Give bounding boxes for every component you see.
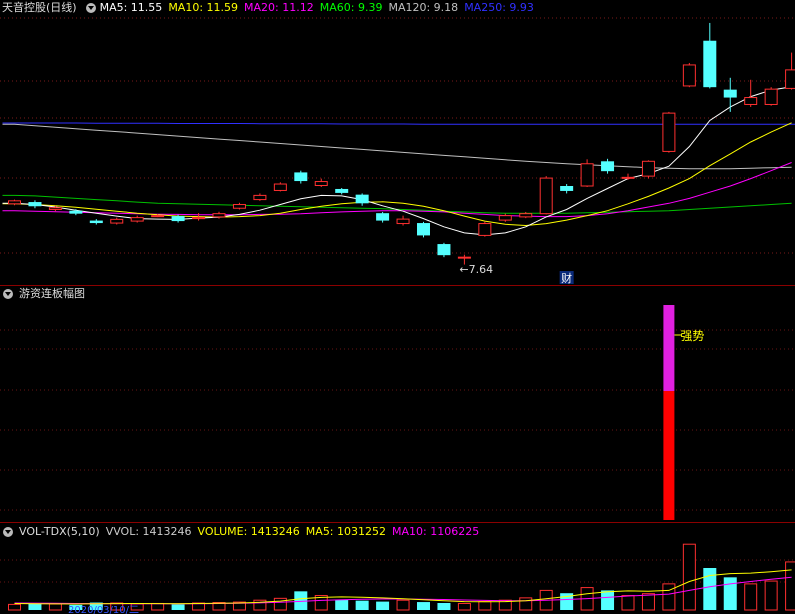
volume-bar (273, 597, 287, 611)
candle (785, 69, 795, 89)
candle (110, 218, 124, 224)
candle (253, 194, 267, 201)
indicator-bar-label: 强势 (680, 329, 704, 343)
volume-bar (457, 602, 471, 611)
candle (151, 215, 165, 218)
candle (457, 256, 471, 259)
volume-bar (682, 543, 696, 611)
candle (601, 161, 615, 172)
candle (417, 223, 430, 236)
candle (478, 223, 492, 236)
volume-bar (48, 603, 62, 611)
volume-bar (8, 603, 21, 611)
volume-bar (151, 602, 165, 611)
candle (355, 194, 369, 204)
volume-bar (519, 597, 533, 611)
low-price-label: ←7.64 (459, 263, 493, 276)
date-label: 2020/03/10/二 (68, 605, 139, 614)
candle (192, 217, 206, 220)
volume-bar (621, 595, 635, 611)
candle (89, 220, 103, 224)
indicator-bar-bottom (663, 391, 675, 520)
candle (621, 176, 635, 179)
candle (130, 217, 144, 222)
volume-bar (785, 561, 795, 611)
ma250-line (2, 122, 795, 125)
volume-bar (601, 590, 615, 610)
candle (498, 215, 512, 221)
candle (8, 200, 21, 205)
volume-bar (376, 601, 390, 610)
candle (764, 88, 778, 105)
finance-badge-text: 财 (561, 271, 572, 285)
candle (273, 183, 287, 191)
candle (376, 213, 390, 221)
candle (212, 213, 226, 218)
volume-bar (764, 580, 778, 611)
candle (335, 188, 349, 193)
volume-bar (396, 599, 410, 611)
volume-bar (294, 591, 308, 610)
volume-bar (723, 577, 737, 610)
candle (437, 244, 451, 256)
candle (232, 204, 246, 209)
volume-bar (335, 599, 349, 610)
volume-bar (662, 583, 676, 611)
ma5-line (2, 86, 792, 236)
volume-bar (703, 568, 717, 610)
volume-bar (28, 603, 42, 610)
candle (171, 216, 185, 222)
candle (682, 64, 696, 87)
candle (580, 163, 594, 187)
candle (314, 181, 328, 187)
candle (294, 172, 308, 182)
indicator-bar-top (663, 305, 675, 391)
candle (28, 202, 42, 207)
candle (641, 160, 655, 177)
candle (560, 186, 574, 191)
volume-bar (641, 593, 655, 611)
volume-bar (478, 601, 492, 611)
candle (723, 89, 737, 98)
candle (396, 218, 410, 225)
candle (539, 177, 553, 215)
volume-bar (437, 603, 451, 610)
volume-bar (417, 602, 430, 610)
candle (703, 40, 717, 88)
volume-bar (744, 583, 758, 611)
candle (519, 213, 533, 218)
stock-chart-canvas[interactable]: ←7.64 财强势 2020/03/10/二 (0, 0, 795, 614)
ma20-line (2, 162, 792, 218)
candle (744, 97, 758, 105)
candle (48, 207, 62, 210)
candle (69, 210, 83, 214)
candle (662, 112, 676, 152)
volume-bar (355, 600, 369, 610)
volume-bar (171, 604, 185, 610)
